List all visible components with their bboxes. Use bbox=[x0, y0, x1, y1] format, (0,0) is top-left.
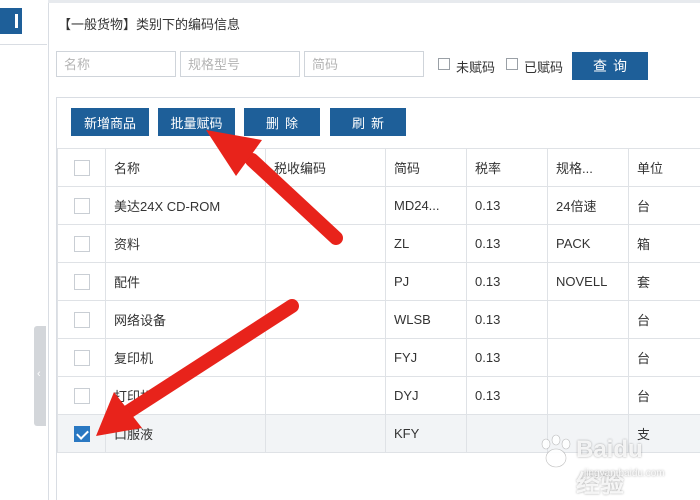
cell-short-code: FYJ bbox=[385, 338, 467, 377]
cell-tax-code bbox=[265, 224, 386, 263]
cell-name: 资料 bbox=[105, 224, 266, 263]
left-nav-tab[interactable] bbox=[0, 8, 22, 34]
column-header-tax-code[interactable]: 税收编码 bbox=[265, 148, 386, 187]
name-search-input[interactable] bbox=[56, 51, 176, 77]
main-panel: 【一般货物】类别下的编码信息 未赋码 已赋码 查询 新增商品 批量赋码 删除 刷… bbox=[48, 0, 700, 500]
select-all-checkbox[interactable] bbox=[73, 159, 90, 176]
assigned-checkbox[interactable] bbox=[506, 58, 518, 70]
cell-tax-rate: 0.13 bbox=[466, 262, 548, 301]
cell-name: 口服液 bbox=[105, 414, 266, 453]
cell-unit: 套 bbox=[628, 262, 700, 301]
cell-tax-code bbox=[265, 300, 386, 339]
cell-spec: PACK bbox=[547, 224, 629, 263]
cell-tax-rate: 0.13 bbox=[466, 186, 548, 225]
row-checkbox-cell[interactable] bbox=[57, 224, 106, 263]
cell-tax-rate: 0.13 bbox=[466, 338, 548, 377]
cell-unit: 台 bbox=[628, 186, 700, 225]
table-row[interactable]: 复印机 FYJ 0.13 台 bbox=[57, 338, 700, 377]
assigned-label: 已赋码 bbox=[524, 60, 564, 75]
cell-tax-rate: 0.13 bbox=[466, 224, 548, 263]
cell-spec bbox=[547, 376, 629, 415]
sidebar-collapse-handle[interactable]: ‹ bbox=[34, 326, 46, 426]
cell-name: 打印机 bbox=[105, 376, 266, 415]
paw-logo-icon bbox=[541, 434, 571, 468]
cell-tax-code bbox=[265, 414, 386, 453]
table-body: 美达24X CD-ROM MD24... 0.13 24倍速台资料 ZL 0.13 PACK… bbox=[57, 186, 700, 453]
table-row[interactable]: 打印机 DYJ 0.13 台 bbox=[57, 376, 700, 415]
row-checkbox[interactable] bbox=[73, 311, 90, 328]
cell-tax-code bbox=[265, 186, 386, 225]
cell-short-code: ZL bbox=[385, 224, 467, 263]
table-row[interactable]: 网络设备 WLSB 0.13 台 bbox=[57, 300, 700, 339]
cell-unit: 箱 bbox=[628, 224, 700, 263]
left-divider bbox=[0, 44, 47, 45]
table-row[interactable]: 配件 PJ 0.13 NOVELL 套 bbox=[57, 262, 700, 301]
cell-name: 配件 bbox=[105, 262, 266, 301]
unassigned-checkbox[interactable] bbox=[438, 58, 450, 70]
goods-table: 名称 税收编码 简码 税率 规格... 单位 美达24X CD-ROM MD24.… bbox=[57, 148, 700, 453]
row-checkbox[interactable] bbox=[73, 235, 90, 252]
row-checkbox[interactable] bbox=[73, 387, 90, 404]
add-goods-button[interactable]: 新增商品 bbox=[71, 108, 149, 136]
cell-spec bbox=[547, 338, 629, 377]
row-checkbox-cell[interactable] bbox=[57, 300, 106, 339]
table-row[interactable]: 美达24X CD-ROM MD24... 0.13 24倍速台 bbox=[57, 186, 700, 225]
cell-unit: 台 bbox=[628, 376, 700, 415]
row-checkbox[interactable] bbox=[73, 197, 90, 214]
row-checkbox-cell[interactable] bbox=[57, 376, 106, 415]
row-checkbox-checked[interactable] bbox=[73, 425, 90, 442]
row-checkbox-cell[interactable] bbox=[57, 414, 106, 453]
cell-tax-code bbox=[265, 376, 386, 415]
watermark-subtext: jingyan.baidu.com bbox=[584, 468, 665, 479]
cell-short-code: PJ bbox=[385, 262, 467, 301]
left-sidebar: ‹ bbox=[0, 0, 49, 500]
cell-tax-code bbox=[265, 262, 386, 301]
column-header-tax-rate[interactable]: 税率 bbox=[466, 148, 548, 187]
row-checkbox[interactable] bbox=[73, 349, 90, 366]
cell-short-code: DYJ bbox=[385, 376, 467, 415]
cell-short-code: MD24... bbox=[385, 186, 467, 225]
cell-spec: 24倍速 bbox=[547, 186, 629, 225]
refresh-button[interactable]: 刷新 bbox=[330, 108, 406, 136]
column-header-short-code[interactable]: 简码 bbox=[385, 148, 467, 187]
batch-assign-button[interactable]: 批量赋码 bbox=[158, 108, 235, 136]
cell-tax-rate: 0.13 bbox=[466, 376, 548, 415]
page-title: 【一般货物】类别下的编码信息 bbox=[58, 17, 241, 32]
select-all-cell[interactable] bbox=[57, 148, 106, 187]
cell-tax-code bbox=[265, 338, 386, 377]
cell-name: 复印机 bbox=[105, 338, 266, 377]
app-window: ‹ 【一般货物】类别下的编码信息 未赋码 已赋码 查询 新增商品 批量赋码 删除… bbox=[0, 0, 700, 500]
row-checkbox-cell[interactable] bbox=[57, 262, 106, 301]
cell-name: 美达24X CD-ROM bbox=[105, 186, 266, 225]
cell-spec bbox=[547, 300, 629, 339]
delete-button[interactable]: 删除 bbox=[244, 108, 320, 136]
cell-short-code: WLSB bbox=[385, 300, 467, 339]
column-header-unit[interactable]: 单位 bbox=[628, 148, 700, 187]
table-row[interactable]: 资料 ZL 0.13 PACK 箱 bbox=[57, 224, 700, 263]
table-header-row: 名称 税收编码 简码 税率 规格... 单位 bbox=[57, 148, 700, 187]
row-checkbox-cell[interactable] bbox=[57, 186, 106, 225]
cell-unit: 台 bbox=[628, 338, 700, 377]
cell-unit: 台 bbox=[628, 300, 700, 339]
spec-search-input[interactable] bbox=[180, 51, 300, 77]
baidu-watermark: Baidu经验 jingyan.baidu.com bbox=[536, 430, 666, 498]
column-header-spec[interactable]: 规格... bbox=[547, 148, 629, 187]
cell-short-code: KFY bbox=[385, 414, 467, 453]
column-header-name[interactable]: 名称 bbox=[105, 148, 266, 187]
cell-spec: NOVELL bbox=[547, 262, 629, 301]
short-code-search-input[interactable] bbox=[304, 51, 424, 77]
query-button[interactable]: 查询 bbox=[572, 52, 648, 80]
cell-tax-rate: 0.13 bbox=[466, 300, 548, 339]
unassigned-label: 未赋码 bbox=[456, 60, 496, 75]
chevron-left-icon: ‹ bbox=[37, 368, 41, 380]
row-checkbox[interactable] bbox=[73, 273, 90, 290]
row-checkbox-cell[interactable] bbox=[57, 338, 106, 377]
top-border bbox=[48, 0, 700, 3]
cell-name: 网络设备 bbox=[105, 300, 266, 339]
